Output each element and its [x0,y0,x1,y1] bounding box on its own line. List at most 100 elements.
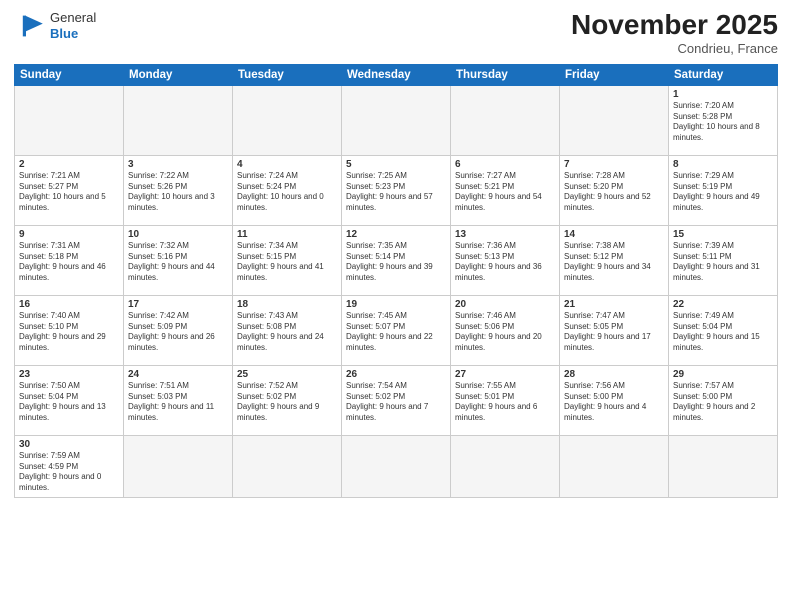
day-info: Sunrise: 7:27 AM Sunset: 5:21 PM Dayligh… [455,171,555,214]
day-number: 6 [455,159,555,170]
day-number: 21 [564,299,664,310]
week-row-6: 30Sunrise: 7:59 AM Sunset: 4:59 PM Dayli… [15,435,778,497]
day-info: Sunrise: 7:32 AM Sunset: 5:16 PM Dayligh… [128,241,228,284]
day-info: Sunrise: 7:57 AM Sunset: 5:00 PM Dayligh… [673,381,773,424]
day-info: Sunrise: 7:25 AM Sunset: 5:23 PM Dayligh… [346,171,446,214]
day-info: Sunrise: 7:55 AM Sunset: 5:01 PM Dayligh… [455,381,555,424]
table-row: 25Sunrise: 7:52 AM Sunset: 5:02 PM Dayli… [233,365,342,435]
table-row: 26Sunrise: 7:54 AM Sunset: 5:02 PM Dayli… [342,365,451,435]
table-row [451,85,560,155]
day-info: Sunrise: 7:28 AM Sunset: 5:20 PM Dayligh… [564,171,664,214]
day-number: 29 [673,369,773,380]
table-row: 18Sunrise: 7:43 AM Sunset: 5:08 PM Dayli… [233,295,342,365]
day-info: Sunrise: 7:36 AM Sunset: 5:13 PM Dayligh… [455,241,555,284]
day-number: 5 [346,159,446,170]
table-row: 29Sunrise: 7:57 AM Sunset: 5:00 PM Dayli… [669,365,778,435]
table-row [15,85,124,155]
day-number: 25 [237,369,337,380]
day-number: 19 [346,299,446,310]
day-number: 24 [128,369,228,380]
title-block: November 2025 Condrieu, France [571,10,778,56]
col-sunday: Sunday [15,64,124,85]
table-row: 11Sunrise: 7:34 AM Sunset: 5:15 PM Dayli… [233,225,342,295]
col-thursday: Thursday [451,64,560,85]
table-row: 8Sunrise: 7:29 AM Sunset: 5:19 PM Daylig… [669,155,778,225]
table-row [342,435,451,497]
day-info: Sunrise: 7:29 AM Sunset: 5:19 PM Dayligh… [673,171,773,214]
day-number: 1 [673,89,773,100]
table-row: 5Sunrise: 7:25 AM Sunset: 5:23 PM Daylig… [342,155,451,225]
day-number: 26 [346,369,446,380]
table-row: 30Sunrise: 7:59 AM Sunset: 4:59 PM Dayli… [15,435,124,497]
col-friday: Friday [560,64,669,85]
table-row: 3Sunrise: 7:22 AM Sunset: 5:26 PM Daylig… [124,155,233,225]
day-number: 4 [237,159,337,170]
table-row [233,85,342,155]
table-row: 22Sunrise: 7:49 AM Sunset: 5:04 PM Dayli… [669,295,778,365]
calendar-header-row: Sunday Monday Tuesday Wednesday Thursday… [15,64,778,85]
day-info: Sunrise: 7:45 AM Sunset: 5:07 PM Dayligh… [346,311,446,354]
calendar-table: Sunday Monday Tuesday Wednesday Thursday… [14,64,778,498]
table-row [342,85,451,155]
day-info: Sunrise: 7:20 AM Sunset: 5:28 PM Dayligh… [673,101,773,144]
day-number: 10 [128,229,228,240]
table-row: 16Sunrise: 7:40 AM Sunset: 5:10 PM Dayli… [15,295,124,365]
day-info: Sunrise: 7:43 AM Sunset: 5:08 PM Dayligh… [237,311,337,354]
day-number: 13 [455,229,555,240]
day-info: Sunrise: 7:51 AM Sunset: 5:03 PM Dayligh… [128,381,228,424]
week-row-5: 23Sunrise: 7:50 AM Sunset: 5:04 PM Dayli… [15,365,778,435]
day-number: 28 [564,369,664,380]
table-row: 1Sunrise: 7:20 AM Sunset: 5:28 PM Daylig… [669,85,778,155]
day-number: 11 [237,229,337,240]
table-row [669,435,778,497]
table-row: 13Sunrise: 7:36 AM Sunset: 5:13 PM Dayli… [451,225,560,295]
day-info: Sunrise: 7:39 AM Sunset: 5:11 PM Dayligh… [673,241,773,284]
table-row: 23Sunrise: 7:50 AM Sunset: 5:04 PM Dayli… [15,365,124,435]
month-title: November 2025 [571,10,778,41]
table-row: 9Sunrise: 7:31 AM Sunset: 5:18 PM Daylig… [15,225,124,295]
table-row: 2Sunrise: 7:21 AM Sunset: 5:27 PM Daylig… [15,155,124,225]
day-info: Sunrise: 7:22 AM Sunset: 5:26 PM Dayligh… [128,171,228,214]
table-row: 27Sunrise: 7:55 AM Sunset: 5:01 PM Dayli… [451,365,560,435]
day-number: 15 [673,229,773,240]
day-number: 2 [19,159,119,170]
day-number: 7 [564,159,664,170]
day-number: 12 [346,229,446,240]
week-row-1: 1Sunrise: 7:20 AM Sunset: 5:28 PM Daylig… [15,85,778,155]
day-info: Sunrise: 7:56 AM Sunset: 5:00 PM Dayligh… [564,381,664,424]
col-saturday: Saturday [669,64,778,85]
day-number: 20 [455,299,555,310]
table-row: 17Sunrise: 7:42 AM Sunset: 5:09 PM Dayli… [124,295,233,365]
day-info: Sunrise: 7:59 AM Sunset: 4:59 PM Dayligh… [19,451,119,494]
week-row-4: 16Sunrise: 7:40 AM Sunset: 5:10 PM Dayli… [15,295,778,365]
day-info: Sunrise: 7:40 AM Sunset: 5:10 PM Dayligh… [19,311,119,354]
day-number: 18 [237,299,337,310]
col-wednesday: Wednesday [342,64,451,85]
day-number: 22 [673,299,773,310]
table-row: 7Sunrise: 7:28 AM Sunset: 5:20 PM Daylig… [560,155,669,225]
logo: General Blue [14,10,96,41]
logo-icon [14,12,46,40]
page-header: General Blue November 2025 Condrieu, Fra… [14,10,778,56]
day-info: Sunrise: 7:49 AM Sunset: 5:04 PM Dayligh… [673,311,773,354]
table-row: 28Sunrise: 7:56 AM Sunset: 5:00 PM Dayli… [560,365,669,435]
table-row: 15Sunrise: 7:39 AM Sunset: 5:11 PM Dayli… [669,225,778,295]
day-number: 9 [19,229,119,240]
day-info: Sunrise: 7:46 AM Sunset: 5:06 PM Dayligh… [455,311,555,354]
table-row [124,85,233,155]
table-row [560,85,669,155]
table-row [451,435,560,497]
day-info: Sunrise: 7:42 AM Sunset: 5:09 PM Dayligh… [128,311,228,354]
day-info: Sunrise: 7:54 AM Sunset: 5:02 PM Dayligh… [346,381,446,424]
day-info: Sunrise: 7:38 AM Sunset: 5:12 PM Dayligh… [564,241,664,284]
logo-general: General [50,10,96,25]
table-row [124,435,233,497]
table-row: 10Sunrise: 7:32 AM Sunset: 5:16 PM Dayli… [124,225,233,295]
day-number: 17 [128,299,228,310]
day-info: Sunrise: 7:24 AM Sunset: 5:24 PM Dayligh… [237,171,337,214]
day-info: Sunrise: 7:34 AM Sunset: 5:15 PM Dayligh… [237,241,337,284]
table-row: 20Sunrise: 7:46 AM Sunset: 5:06 PM Dayli… [451,295,560,365]
week-row-2: 2Sunrise: 7:21 AM Sunset: 5:27 PM Daylig… [15,155,778,225]
day-number: 30 [19,439,119,450]
table-row [560,435,669,497]
